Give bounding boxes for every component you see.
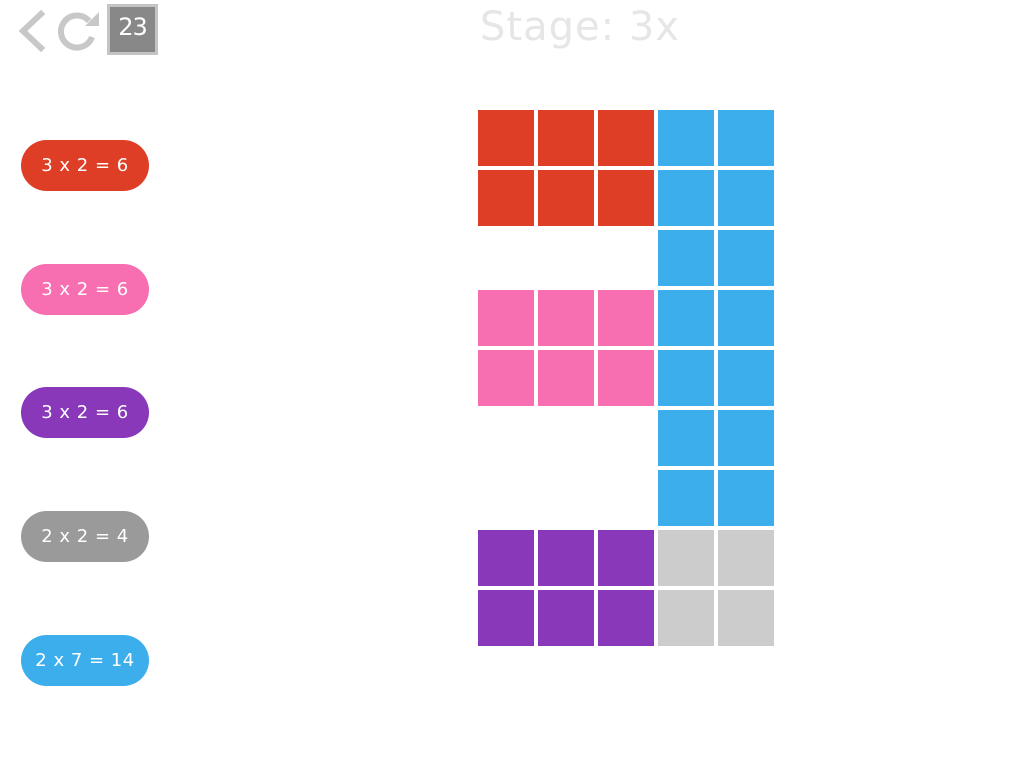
grid-cell-blue[interactable]: [718, 350, 774, 406]
level-number: 23: [118, 13, 148, 41]
grid-cell-gray[interactable]: [718, 530, 774, 586]
grid-cell-blue[interactable]: [718, 110, 774, 166]
grid-cell-purple[interactable]: [538, 530, 594, 586]
grid-cell-pink[interactable]: [478, 290, 534, 346]
chevron-left-icon: [18, 9, 46, 53]
grid-cell-blue[interactable]: [658, 170, 714, 226]
game-board: [0, 0, 1024, 768]
grid-cell-red[interactable]: [478, 110, 534, 166]
grid-cell-blue[interactable]: [658, 410, 714, 466]
restart-button[interactable]: [55, 10, 101, 52]
grid-cell-red[interactable]: [598, 170, 654, 226]
grid-cell-pink[interactable]: [598, 290, 654, 346]
grid-cell-pink[interactable]: [538, 290, 594, 346]
game-screen: 23 Stage: 3x 3 x 2 = 6 3 x 2 = 6 3 x 2 = 6…: [0, 0, 1024, 768]
level-number-badge: 23: [107, 4, 158, 55]
grid-cell-blue[interactable]: [718, 290, 774, 346]
grid-cell-blue[interactable]: [718, 170, 774, 226]
grid-cell-gray[interactable]: [658, 590, 714, 646]
grid-cell-purple[interactable]: [478, 530, 534, 586]
grid-cell-red[interactable]: [598, 110, 654, 166]
grid-cell-purple[interactable]: [478, 590, 534, 646]
grid-cell-blue[interactable]: [718, 410, 774, 466]
grid-cell-purple[interactable]: [598, 590, 654, 646]
grid-cell-blue[interactable]: [658, 290, 714, 346]
grid-cell-red[interactable]: [538, 170, 594, 226]
grid-cell-purple[interactable]: [598, 530, 654, 586]
equation-pill[interactable]: 2 x 7 = 14: [21, 635, 149, 686]
grid-cell-blue[interactable]: [718, 230, 774, 286]
equation-pill[interactable]: 3 x 2 = 6: [21, 387, 149, 438]
grid-cell-blue[interactable]: [658, 230, 714, 286]
equation-pill[interactable]: 3 x 2 = 6: [21, 140, 149, 191]
equation-pill[interactable]: 2 x 2 = 4: [21, 511, 149, 562]
grid-cell-blue[interactable]: [658, 350, 714, 406]
grid-cell-pink[interactable]: [598, 350, 654, 406]
grid-cell-blue[interactable]: [658, 470, 714, 526]
grid-cell-pink[interactable]: [538, 350, 594, 406]
grid-cell-red[interactable]: [478, 170, 534, 226]
stage-title: Stage: 3x: [480, 4, 680, 50]
grid-cell-pink[interactable]: [478, 350, 534, 406]
grid-cell-blue[interactable]: [658, 110, 714, 166]
grid-cell-red[interactable]: [538, 110, 594, 166]
grid-cell-gray[interactable]: [658, 530, 714, 586]
equation-pill[interactable]: 3 x 2 = 6: [21, 264, 149, 315]
restart-icon: [57, 12, 99, 51]
back-button[interactable]: [15, 9, 47, 53]
grid-cell-gray[interactable]: [718, 590, 774, 646]
grid-cell-blue[interactable]: [718, 470, 774, 526]
grid-cell-purple[interactable]: [538, 590, 594, 646]
